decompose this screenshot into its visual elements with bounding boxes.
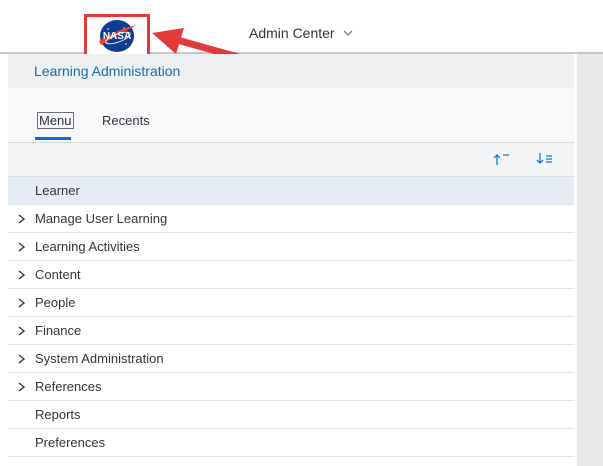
chevron-right-icon — [18, 325, 26, 336]
menu-item-label: System Administration — [35, 351, 164, 366]
menu-item-preferences[interactable]: Preferences — [8, 429, 574, 457]
active-tab-indicator — [35, 137, 71, 140]
menu-item-label: Reports — [35, 407, 81, 422]
menu-item-content[interactable]: Content — [8, 261, 574, 289]
menu-item-label: Preferences — [35, 435, 106, 450]
panel-header: Learning Administration — [8, 54, 574, 88]
chevron-right-icon — [18, 241, 26, 252]
menu-item-label: Learning Activities — [35, 239, 140, 254]
tab-recents-label: Recents — [102, 113, 150, 128]
sort-descending-icon[interactable] — [536, 152, 554, 166]
menu-item-finance[interactable]: Finance — [8, 317, 574, 345]
menu-item-learner[interactable]: Learner — [8, 177, 574, 205]
menu-item-references[interactable]: References — [8, 373, 574, 401]
nasa-logo-icon: NASA — [99, 20, 137, 52]
panel-title: Learning Administration — [34, 63, 181, 79]
nasa-logo[interactable]: NASA — [84, 14, 150, 58]
menu-list: Learner Manage User Learning Learning Ac… — [8, 177, 574, 457]
menu-item-system-administration[interactable]: System Administration — [8, 345, 574, 373]
chevron-right-icon — [18, 353, 26, 364]
chevron-right-icon — [18, 381, 26, 392]
menu-item-label: Content — [35, 267, 81, 282]
learning-admin-panel: Learning Administration Menu Recents Lea… — [8, 54, 574, 466]
menu-item-manage-user-learning[interactable]: Manage User Learning — [8, 205, 574, 233]
right-rail — [577, 54, 603, 466]
tab-recents[interactable]: Recents — [102, 113, 150, 128]
tab-bar: Menu Recents — [8, 88, 574, 143]
sort-ascending-icon[interactable] — [493, 152, 511, 166]
menu-item-people[interactable]: People — [8, 289, 574, 317]
chevron-right-icon — [18, 297, 26, 308]
menu-item-label: Manage User Learning — [35, 211, 168, 226]
menu-item-label: People — [35, 295, 76, 310]
menu-item-label: References — [35, 379, 102, 394]
menu-item-label: Learner — [35, 183, 80, 198]
tab-menu[interactable]: Menu — [37, 112, 74, 129]
menu-item-reports[interactable]: Reports — [8, 401, 574, 429]
menu-item-label: Finance — [35, 323, 82, 338]
sort-toolbar — [8, 143, 574, 177]
chevron-right-icon — [18, 213, 26, 224]
chevron-down-icon — [343, 30, 353, 36]
tab-menu-label: Menu — [37, 112, 74, 129]
menu-item-learning-activities[interactable]: Learning Activities — [8, 233, 574, 261]
chevron-right-icon — [18, 269, 26, 280]
nasa-logo-text: NASA — [103, 31, 131, 42]
